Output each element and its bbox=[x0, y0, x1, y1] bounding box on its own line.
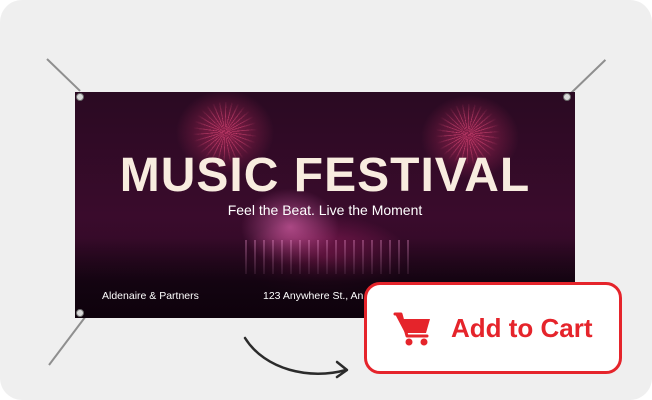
grommet-bottom-left bbox=[76, 309, 84, 317]
add-to-cart-label: Add to Cart bbox=[451, 312, 593, 343]
product-card: MUSIC FESTIVAL Feel the Beat. Live the M… bbox=[0, 0, 652, 400]
rope-top-left bbox=[46, 58, 81, 92]
curved-arrow-icon bbox=[243, 336, 349, 379]
banner-company: Aldenaire & Partners bbox=[102, 290, 199, 302]
grommet-top-right bbox=[563, 93, 571, 101]
rope-bottom-left bbox=[48, 314, 88, 366]
banner-title: MUSIC FESTIVAL bbox=[119, 149, 531, 202]
add-to-cart-button[interactable]: Add to Cart bbox=[364, 282, 622, 374]
grommet-top-left bbox=[76, 93, 84, 101]
shopping-cart-icon bbox=[393, 312, 430, 346]
banner-subtitle: Feel the Beat. Live the Moment bbox=[227, 202, 423, 218]
banner-address: 123 Anywhere St., An bbox=[263, 290, 364, 302]
